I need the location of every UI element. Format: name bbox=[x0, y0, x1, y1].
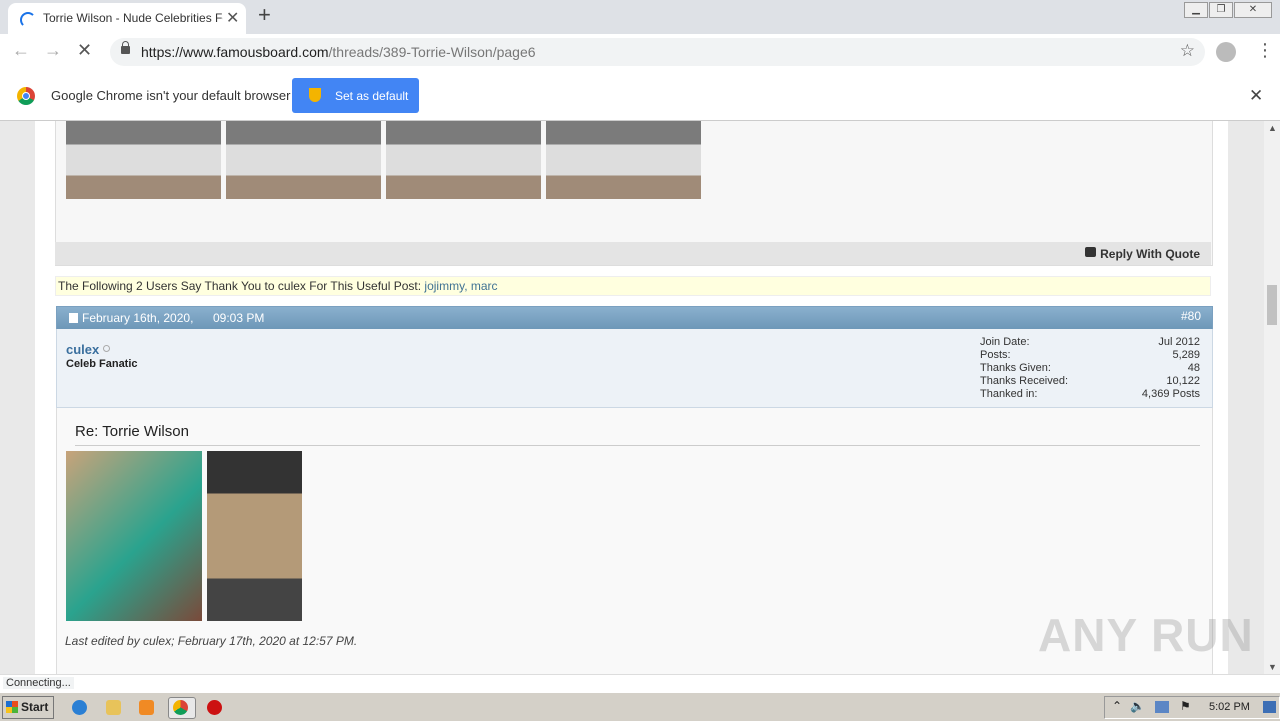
post-time: 09:03 PM bbox=[213, 311, 265, 325]
restore-icon[interactable]: ❐ bbox=[1209, 2, 1233, 18]
reply-with-quote-button[interactable]: Reply With Quote bbox=[1100, 247, 1200, 261]
profile-avatar-icon[interactable] bbox=[1216, 42, 1236, 62]
post-header: February 16th, 2020, 09:03 PM #80 bbox=[56, 306, 1213, 330]
address-bar[interactable]: https://www.famousboard.com/threads/389-… bbox=[110, 38, 1205, 66]
stat-label: Thanked in: bbox=[980, 388, 1038, 400]
loading-spinner-icon bbox=[20, 12, 36, 28]
post-image[interactable] bbox=[226, 121, 381, 199]
minimize-icon[interactable]: ▁ bbox=[1184, 2, 1208, 18]
offline-status-icon bbox=[103, 345, 110, 352]
stat-label: Join Date: bbox=[980, 336, 1030, 348]
new-tab-button[interactable]: + bbox=[258, 2, 271, 28]
post-controls: Reply With Quote bbox=[55, 242, 1211, 265]
post-image[interactable] bbox=[386, 121, 541, 199]
stop-icon[interactable] bbox=[207, 700, 222, 715]
post-image[interactable] bbox=[66, 121, 221, 199]
post-number-link[interactable]: #80 bbox=[1181, 309, 1201, 323]
tray-expand-icon[interactable]: ⌃ bbox=[1112, 699, 1122, 713]
forward-icon[interactable]: → bbox=[44, 40, 62, 61]
stat-value: 5,289 bbox=[1172, 349, 1200, 361]
page-scrollbar[interactable]: ▲ ▼ bbox=[1264, 121, 1280, 674]
user-info: culex Celeb Fanatic Join Date: Jul 2012 P… bbox=[56, 329, 1213, 408]
start-label: Start bbox=[21, 700, 49, 714]
windows-taskbar: Start ⌃ 🔈 ⚑ 5:02 PM bbox=[0, 692, 1280, 721]
quote-icon bbox=[1085, 247, 1096, 257]
status-text: Connecting... bbox=[3, 677, 74, 689]
user-title: Celeb Fanatic bbox=[66, 358, 138, 370]
stop-loading-icon[interactable]: ✕ bbox=[77, 40, 92, 61]
post-image[interactable] bbox=[207, 451, 302, 621]
back-icon[interactable]: ← bbox=[12, 40, 30, 61]
title-divider bbox=[75, 445, 1200, 446]
start-button[interactable]: Start bbox=[2, 696, 54, 719]
network-icon[interactable] bbox=[1155, 701, 1169, 713]
set-as-default-button[interactable]: Set as default bbox=[292, 78, 419, 113]
infobar-close-icon[interactable]: ✕ bbox=[1249, 86, 1263, 106]
stat-value: Jul 2012 bbox=[1158, 336, 1200, 348]
windows-flag-icon bbox=[6, 701, 18, 713]
window-close-icon[interactable]: ✕ bbox=[1234, 2, 1272, 18]
edited-note: Last edited by culex; February 17th, 202… bbox=[65, 634, 358, 648]
thanks-box: The Following 2 Users Say Thank You to c… bbox=[55, 276, 1211, 296]
system-tray: ⌃ 🔈 ⚑ 5:02 PM bbox=[1104, 696, 1280, 719]
scroll-down-icon[interactable]: ▼ bbox=[1268, 662, 1277, 672]
browser-toolbar: ← → ✕ https://www.famousboard.com/thread… bbox=[0, 34, 1280, 72]
user-stats: Join Date: Jul 2012 Posts: 5,289 Thanks Gi… bbox=[980, 336, 1200, 401]
stat-value: 48 bbox=[1187, 362, 1200, 374]
username-link[interactable]: culex bbox=[66, 342, 99, 357]
scroll-up-icon[interactable]: ▲ bbox=[1268, 123, 1277, 133]
ie-icon[interactable] bbox=[72, 700, 87, 715]
action-center-flag-icon[interactable]: ⚑ bbox=[1180, 699, 1191, 713]
show-desktop-icon[interactable] bbox=[1263, 701, 1276, 713]
stat-label: Thanks Given: bbox=[980, 362, 1051, 374]
infobar-message: Google Chrome isn't your default browser bbox=[51, 88, 291, 103]
tab-strip: Torrie Wilson - Nude Celebrities Forum ✕… bbox=[0, 0, 1280, 34]
bookmark-star-icon[interactable]: ☆ bbox=[1180, 41, 1195, 61]
default-browser-infobar: Google Chrome isn't your default browser… bbox=[0, 71, 1280, 121]
browser-tab[interactable]: Torrie Wilson - Nude Celebrities Forum ✕ bbox=[8, 3, 246, 34]
set-as-default-label: Set as default bbox=[335, 89, 409, 103]
chrome-icon bbox=[173, 700, 188, 715]
close-tab-icon[interactable]: ✕ bbox=[226, 8, 239, 28]
clock[interactable]: 5:02 PM bbox=[1209, 701, 1250, 713]
explorer-folder-icon[interactable] bbox=[106, 700, 121, 715]
stat-value: 4,369 Posts bbox=[1141, 388, 1200, 400]
shield-icon bbox=[309, 88, 321, 102]
chrome-logo-icon bbox=[17, 87, 35, 105]
post-image[interactable] bbox=[546, 121, 701, 199]
post-image[interactable] bbox=[66, 451, 202, 621]
anyrun-watermark: ANY RUN bbox=[1038, 609, 1254, 661]
post-document-icon bbox=[69, 313, 78, 323]
thanks-users[interactable]: jojimmy, marc bbox=[424, 279, 497, 293]
chrome-menu-icon[interactable]: ⋮ bbox=[1256, 40, 1274, 61]
tab-title: Torrie Wilson - Nude Celebrities Forum bbox=[43, 11, 223, 25]
stat-label: Posts: bbox=[980, 349, 1011, 361]
stat-label: Thanks Received: bbox=[980, 375, 1069, 387]
thanks-text: The Following 2 Users Say Thank You to c… bbox=[58, 279, 422, 293]
lock-icon[interactable] bbox=[121, 41, 130, 54]
media-player-icon[interactable] bbox=[139, 700, 154, 715]
browser-status-bar: Connecting... bbox=[0, 674, 1280, 693]
post-date: February 16th, 2020, bbox=[82, 311, 194, 325]
scroll-thumb[interactable] bbox=[1267, 285, 1277, 325]
post-title: Re: Torrie Wilson bbox=[75, 423, 189, 440]
volume-icon[interactable]: 🔈 bbox=[1130, 699, 1145, 713]
stat-value: 10,122 bbox=[1166, 375, 1200, 387]
url-text[interactable]: https://www.famousboard.com/threads/389-… bbox=[141, 44, 536, 60]
